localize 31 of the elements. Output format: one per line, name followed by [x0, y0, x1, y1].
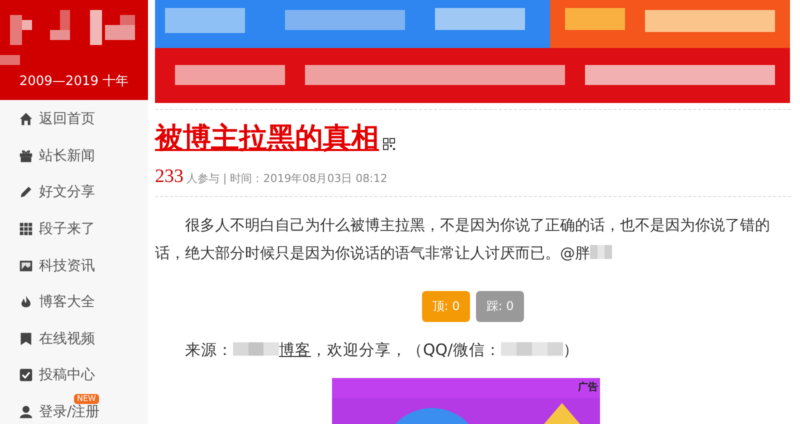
user-icon: [19, 405, 33, 420]
nav-link[interactable]: 返回首页: [0, 101, 148, 138]
pencil-icon: [19, 185, 33, 200]
nav-link[interactable]: NEW 登录/注册: [0, 394, 148, 424]
nav-link[interactable]: 在线视频: [0, 320, 148, 358]
nav-link[interactable]: 科技资讯: [0, 247, 148, 284]
grid-icon: [19, 222, 33, 236]
nav-link[interactable]: 站长新闻: [0, 138, 148, 174]
source-link[interactable]: 博客: [279, 341, 311, 359]
image-icon: [19, 258, 33, 273]
logo-banner[interactable]: 2009—2019 十年: [0, 0, 148, 100]
participant-count: 233: [155, 166, 184, 188]
article-paragraph: 很多人不明白自己为什么被博主拉黑，不是因为你说了正确的话，也不是因为你说了错的话，绝大部分时候只是因为你说话的语气非常让人讨厌而已。@胖: [155, 215, 771, 264]
new-badge: NEW: [74, 394, 99, 404]
home-icon: [19, 112, 33, 126]
share-text: ，欢迎分享，（QQ/微信：: [311, 341, 501, 359]
article-title[interactable]: 被博主拉黑的真相: [155, 120, 379, 156]
logo-caption: 2009—2019 十年: [19, 73, 129, 91]
closing-paren: ）: [562, 341, 579, 359]
checkbox-icon: [19, 368, 33, 382]
nav-link[interactable]: 博客大全: [0, 284, 148, 321]
ad-label: 广告: [578, 380, 598, 394]
nav-link[interactable]: 段子来了: [0, 210, 148, 248]
source-label: 来源：: [185, 341, 233, 359]
nav-link[interactable]: 投稿中心: [0, 357, 148, 394]
gift-icon: [19, 148, 33, 163]
nav-link[interactable]: 好文分享: [0, 174, 148, 211]
flame-icon: [19, 295, 33, 310]
article-meta: 人参与 | 时间：2019年08月03日 08:12: [186, 171, 388, 186]
qr-code-icon[interactable]: [383, 138, 395, 150]
bookmark-icon: [19, 332, 33, 346]
